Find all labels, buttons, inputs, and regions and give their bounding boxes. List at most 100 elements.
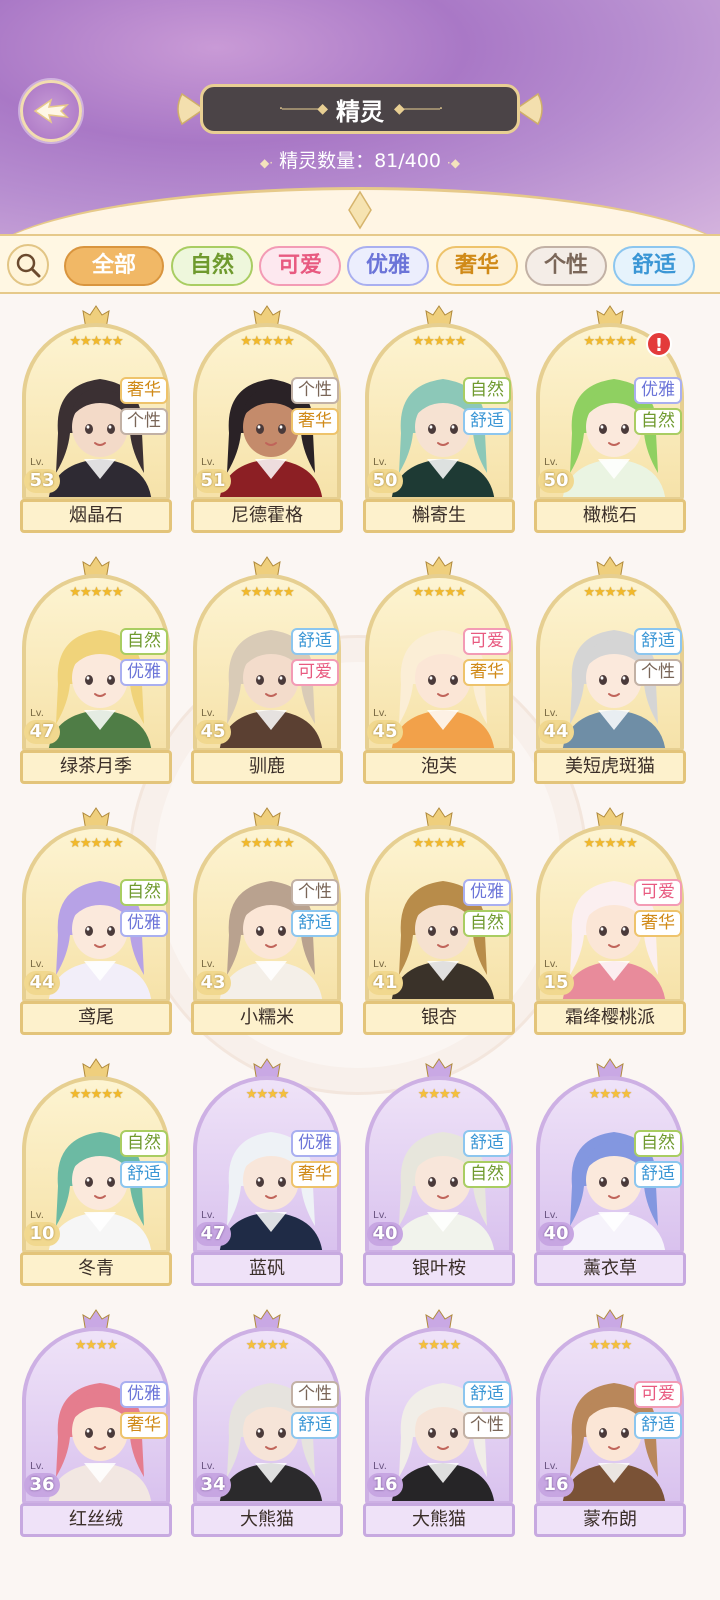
- spirit-card[interactable]: ★★★★ 舒适 自然 Lv. 40 银叶桉: [363, 1058, 515, 1286]
- back-button[interactable]: [20, 80, 82, 142]
- level-prefix: Lv.: [544, 959, 558, 970]
- trait-tag: 自然: [463, 910, 511, 937]
- level-prefix: Lv.: [30, 959, 44, 970]
- star-rating: ★★★★★: [583, 836, 637, 851]
- spirit-name: 橄榄石: [534, 499, 686, 533]
- level-prefix: Lv.: [544, 1461, 558, 1472]
- star-rating: ★★★★★: [69, 1087, 123, 1102]
- level-value: 16: [538, 1473, 574, 1497]
- back-arrow-icon: [33, 98, 70, 124]
- spirit-card[interactable]: ★★★★★ 个性 舒适 Lv. 43 小糯米: [191, 807, 343, 1035]
- level-value: 44: [538, 720, 574, 744]
- spirit-card[interactable]: ★★★★★ 自然 舒适 Lv. 10 冬青: [20, 1058, 172, 1286]
- trait-tag: 舒适: [463, 408, 511, 435]
- trait-tag: 优雅: [120, 1381, 168, 1408]
- level-prefix: Lv.: [373, 457, 387, 468]
- spirit-name: 大熊猫: [363, 1503, 515, 1537]
- spirit-card[interactable]: ★★★★★ 个性 奢华 Lv. 51 尼德霍格: [191, 305, 343, 533]
- trait-tag: 奢华: [120, 1412, 168, 1439]
- title-deco-left: ·———◆: [278, 101, 328, 117]
- level-badge: Lv. 40: [367, 1210, 407, 1248]
- spirit-card[interactable]: ★★★★★ 优雅 自然 Lv. 50 橄榄石 !: [534, 305, 686, 533]
- trait-tag: 奢华: [120, 377, 168, 404]
- spirit-name: 尼德霍格: [191, 499, 343, 533]
- search-button[interactable]: [7, 244, 49, 286]
- spirit-card[interactable]: ★★★★ 优雅 奢华 Lv. 36 红丝绒: [20, 1309, 172, 1537]
- trait-tag: 自然: [463, 1161, 511, 1188]
- filter-tab-6[interactable]: 舒适: [613, 246, 695, 286]
- title-deco-right: ◆———·: [394, 101, 443, 117]
- star-rating: ★★★★★: [240, 836, 294, 851]
- spirit-name: 大熊猫: [191, 1503, 343, 1537]
- filter-tab-0[interactable]: 全部: [64, 246, 164, 286]
- spirit-card[interactable]: ★★★★★ 自然 舒适 Lv. 50 槲寄生: [363, 305, 515, 533]
- trait-tag: 奢华: [634, 910, 682, 937]
- spirit-name: 美短虎斑猫: [534, 750, 686, 784]
- spirit-name: 薰衣草: [534, 1252, 686, 1286]
- spirit-card[interactable]: ★★★★ 可爱 舒适 Lv. 16 蒙布朗: [534, 1309, 686, 1537]
- trait-tag: 优雅: [463, 879, 511, 906]
- level-value: 50: [538, 469, 574, 493]
- spirit-card[interactable]: ★★★★★ 舒适 个性 Lv. 44 美短虎斑猫: [534, 556, 686, 784]
- spirit-card[interactable]: ★★★★★ 可爱 奢华 Lv. 45 泡芙: [363, 556, 515, 784]
- level-value: 47: [195, 1222, 231, 1246]
- spirit-card[interactable]: ★★★★ 自然 舒适 Lv. 40 薰衣草: [534, 1058, 686, 1286]
- trait-tag: 舒适: [463, 1130, 511, 1157]
- level-badge: Lv. 43: [195, 959, 235, 997]
- level-badge: Lv. 41: [367, 959, 407, 997]
- level-badge: Lv. 47: [24, 708, 64, 746]
- level-badge: Lv. 40: [538, 1210, 578, 1248]
- level-badge: Lv. 36: [24, 1461, 64, 1499]
- spirit-name: 蒙布朗: [534, 1503, 686, 1537]
- level-prefix: Lv.: [373, 1461, 387, 1472]
- trait-tag: 自然: [463, 377, 511, 404]
- spirit-card[interactable]: ★★★★ 优雅 奢华 Lv. 47 蓝矾: [191, 1058, 343, 1286]
- level-value: 53: [24, 469, 60, 493]
- level-value: 50: [367, 469, 403, 493]
- spirit-name: 驯鹿: [191, 750, 343, 784]
- spirit-card[interactable]: ★★★★★ 自然 优雅 Lv. 47 绿茶月季: [20, 556, 172, 784]
- star-rating: ★★★★: [245, 1087, 290, 1102]
- level-prefix: Lv.: [30, 1461, 44, 1472]
- spirit-card[interactable]: ★★★★★ 自然 优雅 Lv. 44 鸢尾: [20, 807, 172, 1035]
- level-value: 10: [24, 1222, 60, 1246]
- level-value: 44: [24, 971, 60, 995]
- level-badge: Lv. 53: [24, 457, 64, 495]
- star-rating: ★★★★: [245, 1338, 290, 1353]
- trait-tag: 舒适: [291, 1412, 339, 1439]
- filter-tab-4[interactable]: 奢华: [436, 246, 518, 286]
- level-badge: Lv. 50: [367, 457, 407, 495]
- level-badge: Lv. 34: [195, 1461, 235, 1499]
- filter-tab-2[interactable]: 可爱: [259, 246, 341, 286]
- trait-tag: 舒适: [463, 1381, 511, 1408]
- spirit-name: 蓝矾: [191, 1252, 343, 1286]
- level-badge: Lv. 51: [195, 457, 235, 495]
- level-value: 16: [367, 1473, 403, 1497]
- spirit-card[interactable]: ★★★★★ 奢华 个性 Lv. 53 烟晶石: [20, 305, 172, 533]
- filter-tab-1[interactable]: 自然: [171, 246, 253, 286]
- level-value: 45: [195, 720, 231, 744]
- spirit-card[interactable]: ★★★★★ 可爱 奢华 Lv. 15 霜绛樱桃派: [534, 807, 686, 1035]
- spirit-name: 泡芙: [363, 750, 515, 784]
- filter-tab-5[interactable]: 个性: [525, 246, 607, 286]
- filter-tab-3[interactable]: 优雅: [347, 246, 429, 286]
- center-gem-icon: [348, 190, 372, 230]
- trait-tag: 个性: [291, 879, 339, 906]
- trait-tag: 可爱: [291, 659, 339, 686]
- level-badge: Lv. 15: [538, 959, 578, 997]
- spirit-count: ◆· 精灵数量：81/400 ·◆: [0, 146, 720, 173]
- trait-tag: 可爱: [634, 1381, 682, 1408]
- spirit-card[interactable]: ★★★★★ 舒适 可爱 Lv. 45 驯鹿: [191, 556, 343, 784]
- spirit-card[interactable]: ★★★★ 舒适 个性 Lv. 16 大熊猫: [363, 1309, 515, 1537]
- level-prefix: Lv.: [201, 1210, 215, 1221]
- count-deco-left: ◆·: [260, 156, 274, 170]
- trait-tag: 舒适: [634, 1412, 682, 1439]
- spirit-card[interactable]: ★★★★ 个性 舒适 Lv. 34 大熊猫: [191, 1309, 343, 1537]
- level-badge: Lv. 10: [24, 1210, 64, 1248]
- level-prefix: Lv.: [201, 708, 215, 719]
- level-badge: Lv. 16: [367, 1461, 407, 1499]
- level-prefix: Lv.: [373, 1210, 387, 1221]
- spirit-card[interactable]: ★★★★★ 优雅 自然 Lv. 41 银杏: [363, 807, 515, 1035]
- trait-tag: 自然: [120, 879, 168, 906]
- count-deco-right: ·◆: [446, 156, 460, 170]
